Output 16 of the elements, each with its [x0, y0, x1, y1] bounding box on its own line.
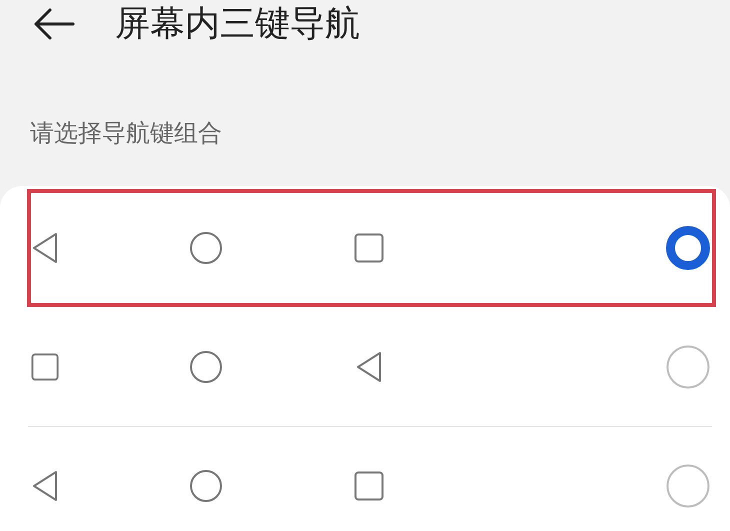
section-label: 请选择导航键组合 — [29, 118, 223, 149]
square-recents-icon — [31, 352, 59, 382]
circle-home-icon — [189, 350, 223, 384]
page-title: 屏幕内三键导航 — [115, 3, 360, 46]
square-recents-icon — [354, 233, 384, 263]
circle-home-icon — [189, 231, 223, 265]
triangle-back-icon — [32, 232, 58, 264]
triangle-back-icon — [32, 470, 58, 502]
circle-home-icon — [189, 469, 223, 503]
square-recents-icon — [354, 471, 384, 501]
radio-button[interactable] — [666, 345, 710, 389]
radio-button[interactable] — [666, 226, 710, 270]
radio-button[interactable] — [666, 464, 710, 508]
back-arrow-icon[interactable] — [33, 8, 75, 40]
option-row[interactable] — [27, 189, 716, 307]
triangle-back-icon — [356, 351, 382, 383]
